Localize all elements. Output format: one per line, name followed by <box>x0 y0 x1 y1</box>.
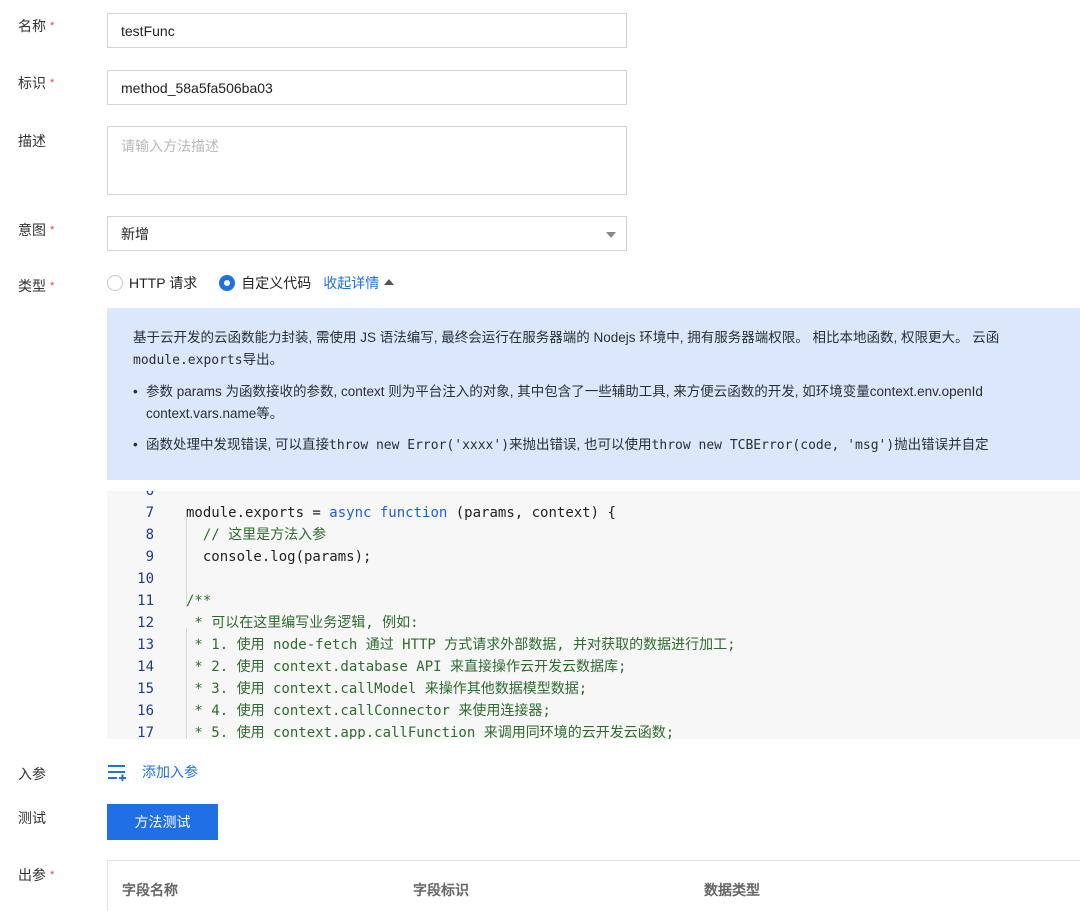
line-number: 13 <box>137 637 154 653</box>
code-text: * 1. 使用 node-fetch 通过 HTTP 方式请求外部数据, 并对获… <box>186 637 736 653</box>
input-params-label: 入参 <box>18 766 46 782</box>
test-label: 测试 <box>18 810 46 826</box>
column-header-field-name: 字段名称 <box>122 882 178 898</box>
radio-custom-code[interactable] <box>219 275 236 291</box>
line-number: 6 <box>145 491 154 499</box>
required-mark: * <box>50 20 55 32</box>
line-number: 12 <box>137 615 154 631</box>
code-editor[interactable]: 6 7 module.exports = async function (param… <box>107 491 1080 739</box>
code-text: module.exports = async function (params,… <box>186 505 616 521</box>
id-input[interactable]: method_58a5fa506ba03 <box>107 70 627 105</box>
add-param-button[interactable]: 添加入参 <box>107 762 198 782</box>
required-mark: * <box>50 280 55 292</box>
info-line-1: 基于云开发的云函数能力封装, 需使用 JS 语法编写, 最终会运行在服务器端的 … <box>133 330 1000 345</box>
desc-label: 描述 <box>18 133 46 149</box>
method-test-button[interactable]: 方法测试 <box>107 804 218 840</box>
intent-select[interactable]: 新增 <box>107 216 627 251</box>
code-text: * 5. 使用 context.app.callFunction 来调用同环境的… <box>186 725 675 739</box>
column-header-data-type: 数据类型 <box>704 882 760 898</box>
name-input-value: testFunc <box>121 22 175 39</box>
radio-http[interactable] <box>107 275 123 291</box>
id-input-value: method_58a5fa506ba03 <box>121 79 273 96</box>
line-number: 8 <box>145 527 154 543</box>
line-number: 10 <box>137 571 154 587</box>
output-params-label: 出参 * <box>18 867 55 883</box>
intent-label: 意图 * <box>18 222 55 238</box>
intent-select-value: 新增 <box>121 225 149 242</box>
info-line-2: module.exports导出。 <box>133 352 284 368</box>
add-list-icon <box>108 765 126 781</box>
line-number: 15 <box>137 681 154 697</box>
code-text: * 2. 使用 context.database API 来直接操作云开发云数据… <box>186 659 627 675</box>
radio-http-label[interactable]: HTTP 请求 <box>129 273 197 293</box>
line-number: 9 <box>145 549 154 565</box>
line-number: 16 <box>137 703 154 719</box>
collapse-details-link[interactable]: 收起详情 <box>323 273 379 293</box>
info-bullet-2: 函数处理中发现错误, 可以直接throw new Error('xxxx')来抛… <box>133 434 1080 457</box>
code-text: * 可以在这里编写业务逻辑, 例如: <box>186 615 419 631</box>
line-number: 17 <box>137 725 154 739</box>
code-text: * 3. 使用 context.callModel 来操作其他数据模型数据; <box>186 681 588 697</box>
line-number: 14 <box>137 659 154 675</box>
type-radio-group: HTTP 请求 自定义代码 收起详情 <box>107 272 395 294</box>
info-bullet-1: 参数 params 为函数接收的参数, context 则为平台注入的对象, 其… <box>133 381 1080 403</box>
output-params-table-header: 字段名称 字段标识 数据类型 <box>107 860 1080 911</box>
desc-textarea[interactable]: 请输入方法描述 <box>107 126 627 195</box>
required-mark: * <box>50 224 55 236</box>
line-number: 7 <box>145 505 154 521</box>
id-label: 标识 * <box>18 75 55 91</box>
line-number: 11 <box>137 593 154 609</box>
name-label: 名称 * <box>18 18 55 34</box>
info-box: 基于云开发的云函数能力封装, 需使用 JS 语法编写, 最终会运行在服务器端的 … <box>107 308 1080 480</box>
code-text: * 4. 使用 context.callConnector 来使用连接器; <box>186 703 551 719</box>
chevron-down-icon <box>606 232 616 238</box>
code-text: // 这里是方法入参 <box>186 527 327 543</box>
column-header-field-id: 字段标识 <box>413 882 469 898</box>
info-bullet-1-cont: context.vars.name等。 <box>146 406 284 421</box>
caret-up-icon[interactable] <box>384 279 395 285</box>
radio-custom-code-label[interactable]: 自定义代码 <box>241 273 311 293</box>
desc-placeholder: 请输入方法描述 <box>121 138 219 154</box>
code-text: console.log(params); <box>186 549 372 565</box>
code-text: /** <box>186 593 212 609</box>
type-label: 类型 * <box>18 278 55 294</box>
required-mark: * <box>50 869 55 881</box>
add-param-label: 添加入参 <box>142 764 198 780</box>
name-input[interactable]: testFunc <box>107 13 627 48</box>
required-mark: * <box>50 77 55 89</box>
